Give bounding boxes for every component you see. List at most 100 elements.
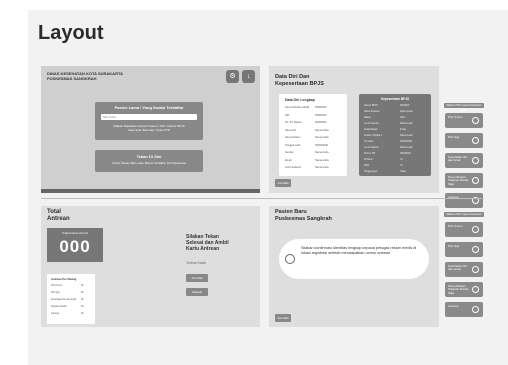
table-row: Prolanis Ya (364, 158, 403, 161)
row-label: Jenis Peserta (364, 122, 379, 125)
finish-button[interactable]: Selesai (186, 288, 208, 296)
row-value: Nama Anda (315, 166, 329, 169)
service-label: Kesehatan Ibu dan Anak (448, 264, 468, 272)
service-label: Lainnya (448, 304, 459, 308)
service-button[interactable]: Pemeriksaan Tekanan Darah Saja (445, 282, 483, 297)
service-label: Kesehatan Ibu dan Anak (448, 155, 468, 163)
service-label: Poli Gigi (448, 135, 460, 139)
table-row: Kelas Rawat Kelas (364, 128, 406, 131)
row-label: Email (285, 158, 292, 162)
tooth-icon (472, 246, 479, 253)
service-button[interactable]: Lainnya (445, 193, 483, 208)
row-label: Lainnya (51, 313, 60, 315)
room-queue-title: Antrean Per Ruang (51, 277, 77, 281)
bpjs-membership-card: Kepesertaan BPJS Nomor BPJS 0000000 Nama P… (359, 94, 431, 176)
table-row: Nomor BPJS 0000000 (364, 104, 409, 107)
table-row: Poli Gigi 00 (51, 292, 84, 294)
agency-name: DINAS KESEHATAN KOTA SURAKARTA PUSKESMAS… (47, 71, 123, 81)
queue-title-line-1: Total (47, 209, 61, 215)
row-label: Poli Umum (51, 285, 63, 287)
row-value: 00000000 (315, 106, 327, 109)
table-row: Tgl Lahir 00/00/0000 (364, 140, 412, 143)
row-label: Prolanis (364, 158, 373, 161)
download-icon[interactable]: ↓ (242, 70, 255, 83)
table-row: Nomor Rekam Medik 00000000 (285, 106, 327, 109)
row-label: Tanggal Lahir (285, 143, 301, 147)
existing-patient-box[interactable]: Pasien Lama / Yang Sudah Terdaftar NIK A… (95, 102, 203, 140)
stethoscope-icon (472, 117, 479, 124)
gear-icon[interactable]: ⚙ (226, 70, 239, 83)
row-label: Kesehatan Ibu dan Anak (51, 299, 77, 301)
screen-queue: Total Antrean Total Antrean Hari Ini 000… (41, 206, 260, 327)
footer-bar (41, 189, 260, 193)
confirmation-message: Silakan konfirmasi identitas lengkap kep… (279, 239, 429, 279)
row-label: Jenis Kelamin (285, 166, 302, 169)
nik-input[interactable]: NIK Anda... (101, 114, 197, 120)
thanks-text: Terima Kasih (186, 261, 207, 265)
row-value: 00 (81, 306, 84, 308)
table-row: Poli Umum 00 (51, 285, 84, 287)
sidebar-header: Silakan Pilih Tujuan Pelayanan Anda (444, 103, 484, 112)
queue-title-line-2: Antrean (47, 216, 70, 222)
row-label: Tekanan Darah (51, 306, 67, 308)
bpjs-title-line-2: Kepesertaan BPJS (275, 81, 324, 87)
table-row: NIK 00000000 (285, 114, 327, 117)
service-button[interactable]: Pemeriksaan Tekanan Darah Saja (445, 173, 483, 188)
row-label: Kelas Rawat (364, 128, 378, 131)
row-value: Kelas (400, 128, 406, 131)
table-row: Email Nama Anda (285, 158, 329, 162)
existing-patient-help: Silakan Masukkan Nomor Pasien / NIK / No… (95, 124, 203, 132)
new-patient-button[interactable]: Tekan Di Sini Untuk Pasien Baru Atau Bel… (95, 150, 203, 172)
table-row: Gender Nama Anda (285, 151, 329, 154)
row-label: No. KK Pasien (285, 121, 302, 124)
row-label: PRB (364, 164, 369, 167)
new-patient-title: Pasien Baru Puskesmas Sangkrah (275, 209, 332, 223)
bpjs-title: Data Diri Dan Kepesertaan BPJS (275, 74, 324, 88)
table-row: Tekanan Darah 00 (51, 306, 84, 308)
table-row: Jenis Kelamin Nama Anda (364, 146, 413, 149)
row-value: 0000000 (400, 104, 410, 107)
row-label: Jenis Kelamin (364, 146, 379, 149)
heart-icon (472, 286, 479, 293)
queue-counter-label: Total Antrean Hari Ini (62, 231, 88, 235)
service-button[interactable]: Poli Gigi (445, 133, 483, 148)
service-button[interactable]: Kesehatan Ibu dan Anak (445, 153, 483, 168)
queue-instruction: Silakan Tekan Selesai dan Ambil Kartu An… (186, 234, 229, 252)
row-value: 00000000 (315, 113, 327, 117)
table-row: Nama Pasien Nama Anda (285, 136, 329, 139)
row-label: Tgl Lahir (364, 140, 374, 143)
row-label: Nomor HP (364, 152, 376, 155)
row-label: Gender (285, 151, 294, 154)
screen-bpjs: Data Diri Dan Kepesertaan BPJS Data Diri… (269, 66, 439, 193)
new-patient-title-line-2: Puskesmas Sangkrah (275, 216, 332, 222)
queue-number: 000 (59, 237, 91, 256)
row-value: Nama Anda (400, 146, 413, 149)
row-value: 00000000 (315, 121, 327, 124)
existing-patient-title: Pasien Lama / Yang Sudah Terdaftar (114, 105, 184, 110)
back-button[interactable]: Kembali (275, 314, 291, 322)
row-value: 00000000 (400, 152, 411, 155)
dots-icon (472, 306, 479, 313)
service-button[interactable]: Kesehatan Ibu dan Anak (445, 262, 483, 277)
row-value: Nama Anda (315, 136, 329, 139)
back-button[interactable]: Kembali (186, 274, 208, 282)
row-label: Faskes Tingkat 1 (364, 134, 383, 137)
service-button[interactable]: Lainnya (445, 302, 483, 317)
table-row: Nomor HP 00000000 (364, 152, 411, 155)
personal-data-title: Data Diri Lengkap (285, 98, 315, 102)
service-button[interactable]: Poli Umum (445, 222, 483, 237)
queue-title: Total Antrean (47, 209, 70, 223)
table-row: PRB Ya (364, 164, 403, 167)
row-value: Ya (400, 164, 403, 167)
back-button[interactable]: Kembali (275, 179, 291, 187)
table-row: Lainnya 00 (51, 313, 84, 315)
table-row: Tanggal Lahir 00/00/0000 (285, 143, 328, 147)
service-button[interactable]: Poli Gigi (445, 242, 483, 257)
row-label: Tanggungan (364, 170, 378, 173)
row-label: Nama KK (285, 128, 297, 132)
new-patient-title-line-1: Pasien Baru (275, 209, 307, 215)
service-button[interactable]: Poli Umum (445, 113, 483, 128)
service-label: Poli Umum (448, 224, 463, 228)
agency-line-2: PUSKESMAS SANGKRAH (47, 76, 97, 81)
screen-new-patient: Pasien Baru Puskesmas Sangkrah Silakan k… (269, 206, 439, 327)
